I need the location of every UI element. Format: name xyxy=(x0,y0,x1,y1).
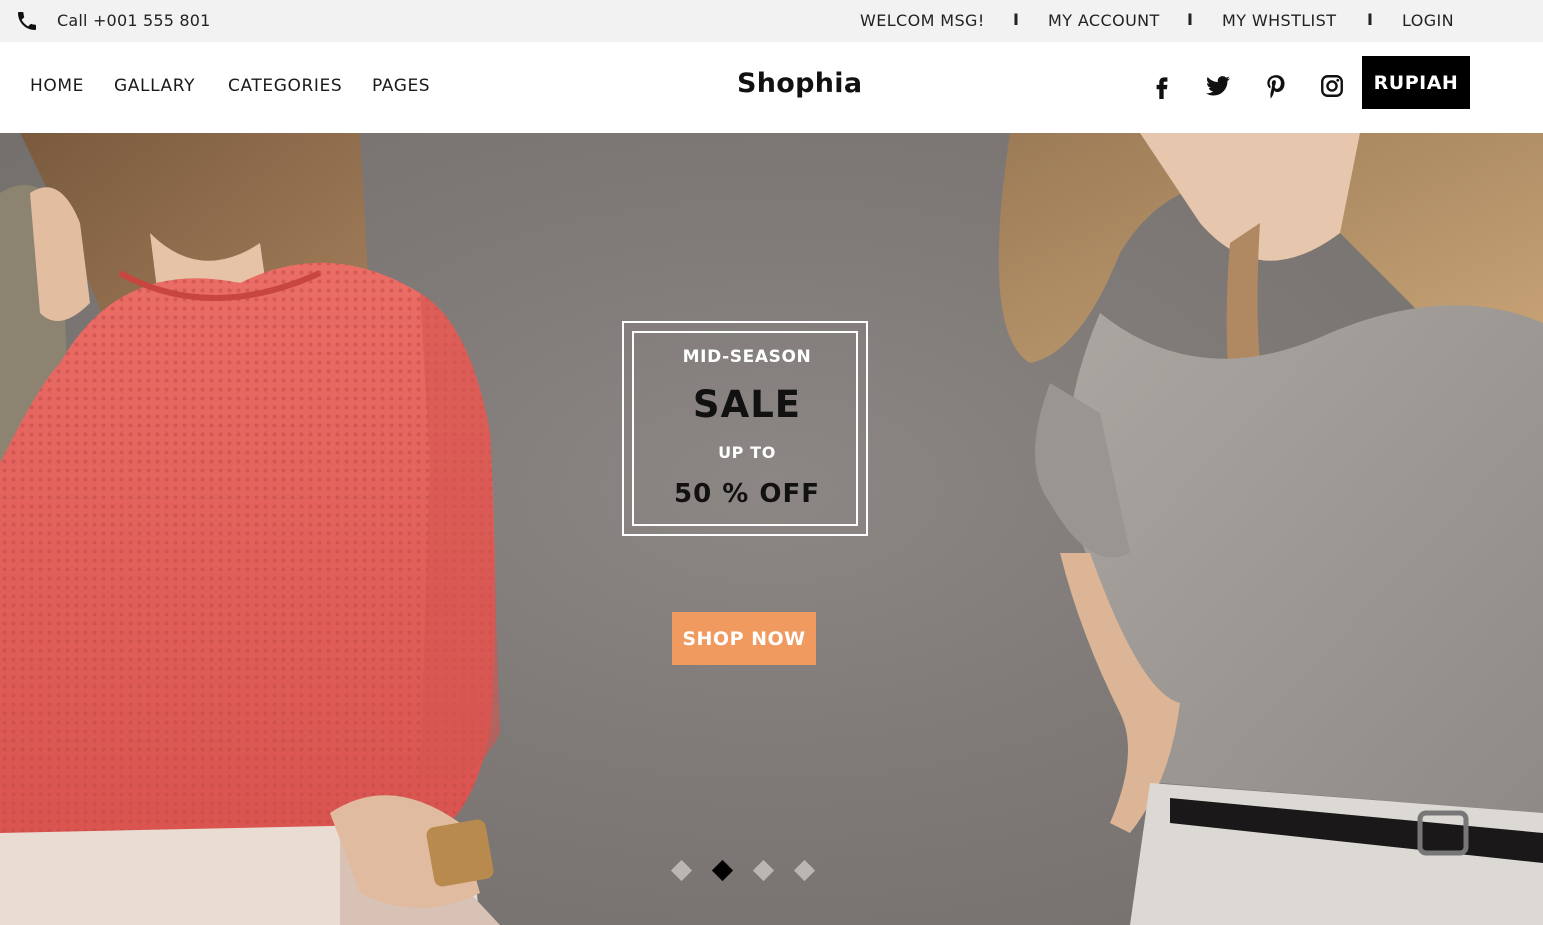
promo-upto-label: UP TO xyxy=(718,443,776,462)
my-wishlist-link[interactable]: MY WHSTLIST xyxy=(1222,11,1336,30)
promo-discount: 50 % OFF xyxy=(674,479,820,509)
promo-season-label: MID-SEASON xyxy=(682,347,812,367)
pinterest-icon[interactable] xyxy=(1263,73,1289,99)
promo-sale-heading: SALE xyxy=(692,383,802,426)
promo-inner-frame: MID-SEASON SALE UP TO 50 % OFF xyxy=(632,331,858,526)
separator: I xyxy=(1187,10,1193,29)
top-bar: Call +001 555 801 WELCOM MSG! I MY ACCOU… xyxy=(0,0,1543,42)
twitter-icon[interactable] xyxy=(1205,73,1231,99)
main-header: HOME GALLARY CATEGORIES PAGES Shophia RU… xyxy=(0,42,1543,133)
shop-now-button[interactable]: SHOP NOW xyxy=(672,612,816,665)
nav-home[interactable]: HOME xyxy=(30,76,84,96)
instagram-icon[interactable] xyxy=(1319,73,1345,99)
nav-categories[interactable]: CATEGORIES xyxy=(228,76,342,96)
nav-pages[interactable]: PAGES xyxy=(372,76,430,96)
welcome-message: WELCOM MSG! xyxy=(860,11,985,30)
separator: I xyxy=(1013,10,1019,29)
hero-slider: MID-SEASON SALE UP TO 50 % OFF SHOP NOW xyxy=(0,133,1543,925)
separator: I xyxy=(1367,10,1373,29)
site-logo[interactable]: Shophia xyxy=(737,68,862,99)
promo-box: MID-SEASON SALE UP TO 50 % OFF xyxy=(622,321,868,536)
login-link[interactable]: LOGIN xyxy=(1402,11,1454,30)
nav-gallery[interactable]: GALLARY xyxy=(114,76,195,96)
phone-icon xyxy=(18,12,36,30)
facebook-icon[interactable] xyxy=(1149,73,1175,99)
currency-button[interactable]: RUPIAH xyxy=(1362,56,1470,109)
phone-number: Call +001 555 801 xyxy=(57,11,211,30)
my-account-link[interactable]: MY ACCOUNT xyxy=(1048,11,1160,30)
